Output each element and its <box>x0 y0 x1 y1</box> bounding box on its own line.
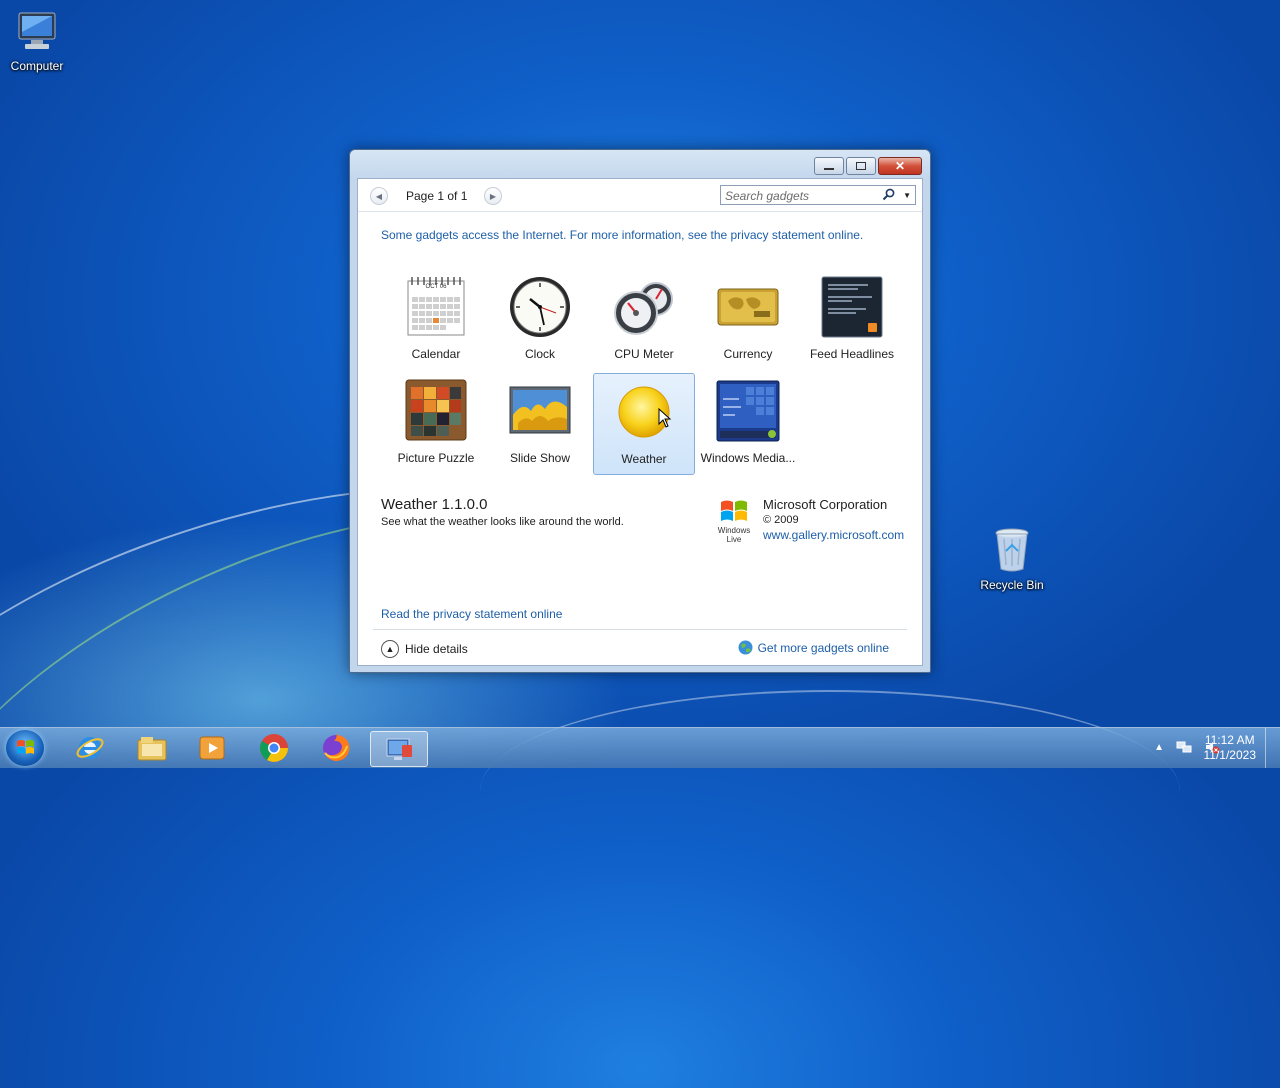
internet-notice-link[interactable]: Some gadgets access the Internet. For mo… <box>381 228 863 242</box>
windows-media-icon <box>716 379 780 443</box>
network-icon[interactable] <box>1176 740 1192 754</box>
windows-flag-icon <box>721 500 747 521</box>
gadget-cpu-meter[interactable]: CPU Meter <box>593 269 695 371</box>
show-hidden-icons-icon[interactable]: ▲ <box>1154 742 1164 753</box>
taskbar-media-player[interactable] <box>184 731 240 765</box>
firefox-icon <box>323 732 350 761</box>
arrow-left-icon: ◀ <box>375 191 383 201</box>
clock-time: 11:12 AM <box>1204 733 1255 747</box>
gadget-label: Currency <box>723 347 773 361</box>
restore-button[interactable] <box>846 157 876 175</box>
gadget-picture-puzzle[interactable]: Picture Puzzle <box>385 373 487 475</box>
mouse-cursor-icon <box>658 408 672 428</box>
close-button[interactable]: ✕ <box>878 157 922 175</box>
gallery-footer: ▲ Hide details Get more gadgets online <box>373 629 907 668</box>
taskbar-firefox[interactable] <box>308 731 364 765</box>
previous-page-button[interactable]: ◀ <box>370 187 388 205</box>
next-page-button[interactable]: ▶ <box>484 187 502 205</box>
gadgets-icon <box>386 738 412 760</box>
recycle-bin-icon <box>972 527 1052 576</box>
gadget-weather[interactable]: Weather <box>593 373 695 475</box>
chevron-up-icon: ▲ <box>381 640 399 658</box>
get-more-gadgets-link[interactable]: Get more gadgets online <box>738 640 889 655</box>
internet-explorer-icon <box>76 737 104 759</box>
wallpaper-streak <box>480 690 1180 892</box>
gadget-label: Windows Media... <box>700 451 796 465</box>
hide-details-label: Hide details <box>405 642 468 656</box>
gadget-currency[interactable]: Currency <box>697 269 799 371</box>
taskbar-gadgets[interactable] <box>370 731 428 767</box>
gadget-clock[interactable]: Clock <box>489 269 591 371</box>
gadget-label: Feed Headlines <box>809 347 895 361</box>
search-box: ▼ <box>720 185 916 205</box>
gadget-gallery-window: ✕ ◀ Page 1 of 1 ▶ ▼ Some gadgets access … <box>349 149 931 673</box>
gadget-slide-show[interactable]: Slide Show <box>489 373 591 475</box>
taskbar: ▲ 11:12 AM 11/1/2023 <box>0 727 1280 768</box>
chrome-icon <box>260 734 288 762</box>
gadget-feed-headlines[interactable]: Feed Headlines <box>801 269 903 371</box>
calendar-thumb-month: OCT 06 <box>425 284 447 290</box>
gadget-label: Weather <box>621 452 667 466</box>
gallery-toolbar: ◀ Page 1 of 1 ▶ ▼ <box>358 179 922 212</box>
show-desktop-button[interactable] <box>1265 728 1280 768</box>
taskbar-clock[interactable]: 11:12 AM 11/1/2023 <box>1204 733 1257 763</box>
window-controls: ✕ <box>814 157 922 175</box>
gadget-label: CPU Meter <box>614 347 674 361</box>
taskbar-internet-explorer[interactable] <box>62 731 118 765</box>
slide-show-icon <box>508 379 572 443</box>
globe-icon <box>738 640 753 655</box>
currency-icon <box>716 275 780 339</box>
search-dropdown-icon[interactable]: ▼ <box>903 191 911 200</box>
feed-headlines-icon <box>820 275 884 339</box>
arrow-right-icon: ▶ <box>489 191 497 201</box>
clock-date: 11/1/2023 <box>1203 748 1257 762</box>
windows-logo-icon <box>17 740 34 754</box>
close-icon: ✕ <box>894 159 906 173</box>
search-input[interactable] <box>725 189 875 203</box>
gadget-calendar[interactable]: OCT 06 Calendar <box>385 269 487 371</box>
computer-icon <box>0 10 77 57</box>
hide-details-button[interactable]: ▲ Hide details <box>381 640 468 658</box>
calendar-icon: OCT 06 <box>404 275 468 339</box>
windows-live-logo: Windows Live <box>710 498 758 544</box>
search-icon[interactable] <box>882 188 895 204</box>
gadget-label: Slide Show <box>509 451 571 465</box>
get-more-label: Get more gadgets online <box>757 640 889 655</box>
gadget-title: Weather 1.1.0.0 <box>381 496 488 513</box>
cpu-meter-icon <box>612 275 676 339</box>
copyright-year: © 2009 <box>763 514 799 526</box>
privacy-statement-link[interactable]: Read the privacy statement online <box>381 607 562 621</box>
windows-live-text: Windows Live <box>717 526 751 544</box>
picture-puzzle-icon <box>404 379 468 443</box>
gadget-label: Clock <box>524 347 555 361</box>
desktop-icon-computer[interactable]: Computer <box>0 10 77 73</box>
publisher-name: Microsoft Corporation <box>763 497 888 512</box>
gallery-panel: ◀ Page 1 of 1 ▶ ▼ Some gadgets access th… <box>357 178 923 666</box>
desktop-icon-label: Recycle Bin <box>980 578 1044 592</box>
gadget-label: Picture Puzzle <box>397 451 475 465</box>
clock-icon <box>508 275 572 339</box>
minimize-button[interactable] <box>814 157 844 175</box>
restore-icon <box>856 162 866 170</box>
taskbar-chrome[interactable] <box>246 731 302 765</box>
gadget-description: See what the weather looks like around t… <box>381 516 624 528</box>
page-indicator: Page 1 of 1 <box>406 189 468 203</box>
desktop-icon-label: Computer <box>10 59 64 73</box>
desktop-icon-recycle-bin[interactable]: Recycle Bin <box>972 527 1052 592</box>
taskbar-file-explorer[interactable] <box>124 731 180 765</box>
weather-icon <box>612 380 676 444</box>
start-button[interactable] <box>6 730 44 766</box>
media-player-icon <box>199 736 225 760</box>
minimize-icon <box>824 167 834 170</box>
gadget-windows-media[interactable]: Windows Media... <box>697 373 799 475</box>
gadget-label: Calendar <box>411 347 461 361</box>
file-explorer-icon <box>137 737 167 761</box>
publisher-url-link[interactable]: www.gallery.microsoft.com <box>763 528 904 542</box>
